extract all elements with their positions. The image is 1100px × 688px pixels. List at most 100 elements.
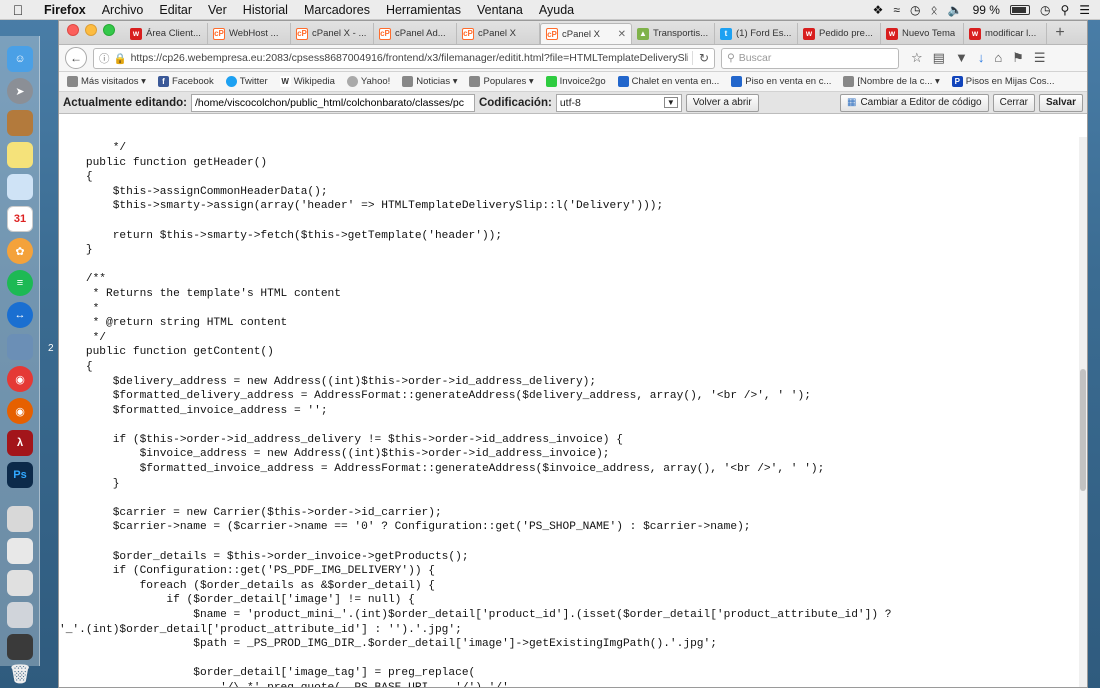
home-icon[interactable]: ⌂ <box>994 50 1002 66</box>
screen-sharing-icon[interactable] <box>7 334 33 360</box>
reading-list-icon[interactable]: ▤ <box>933 50 945 66</box>
file-path-field[interactable] <box>190 93 475 112</box>
tab-webhost[interactable]: cP WebHost ... <box>208 23 291 44</box>
reload-icon[interactable]: ↻ <box>691 51 709 65</box>
url-text[interactable]: https://cp26.webempresa.eu:2083/cpsess86… <box>131 52 688 64</box>
code-line[interactable] <box>59 652 1081 667</box>
code-line[interactable]: } <box>59 243 1081 258</box>
battery-percent[interactable]: 99 % <box>973 3 1000 17</box>
photos-icon[interactable]: ✿ <box>7 238 33 264</box>
tab-nuevo-tema[interactable]: w Nuevo Tema <box>881 23 964 44</box>
bookmark-populares[interactable]: Populares ▾ <box>469 76 534 87</box>
tab-cpanel-x-2[interactable]: cP cPanel X <box>457 23 540 44</box>
code-line[interactable]: */ <box>59 141 1081 156</box>
screen-stack-icon[interactable] <box>7 634 33 660</box>
lock-icon[interactable]: 🔒 <box>114 52 127 65</box>
extension-icon[interactable]: ⚑ <box>1012 50 1024 66</box>
code-line[interactable]: * <box>59 302 1081 317</box>
code-line[interactable]: { <box>59 360 1081 375</box>
tab-ford[interactable]: t (1) Ford Es... <box>715 23 798 44</box>
code-line[interactable]: $carrier->name = ($carrier->name == '0' … <box>59 520 1081 535</box>
spotify-icon[interactable]: ≡ <box>7 270 33 296</box>
teamviewer-icon[interactable]: ↔ <box>7 302 33 328</box>
tab-pedido[interactable]: w Pedido pre... <box>798 23 881 44</box>
code-editor[interactable]: */ public function getHeader() { $this->… <box>59 137 1081 687</box>
search-icon[interactable]: ⚲ <box>1060 3 1069 17</box>
tab-cpanel-ad[interactable]: cP cPanel Ad... <box>374 23 457 44</box>
close-tab-icon[interactable]: ✕ <box>618 29 626 40</box>
code-line[interactable]: $name = 'product_mini_'.(int)$order_deta… <box>59 608 1081 623</box>
contacts-icon[interactable] <box>7 110 33 136</box>
firefox-icon[interactable]: ◉ <box>7 398 33 424</box>
code-line[interactable]: $formatted_delivery_address = AddressFor… <box>59 389 1081 404</box>
document-stack-icon[interactable] <box>7 538 33 564</box>
code-line[interactable]: $this->assignCommonHeaderData(); <box>59 185 1081 200</box>
code-line[interactable]: * @return string HTML content <box>59 316 1081 331</box>
tab-cpanel-x-active[interactable]: cP cPanel X ✕ <box>540 23 632 44</box>
code-line[interactable] <box>59 491 1081 506</box>
code-line[interactable]: $path = _PS_PROD_IMG_DIR_.$order_detail[… <box>59 637 1081 652</box>
tab-modificar[interactable]: w modificar l... <box>964 23 1047 44</box>
code-line[interactable]: if (Configuration::get('PS_PDF_IMG_DELIV… <box>59 564 1081 579</box>
code-line[interactable] <box>59 258 1081 273</box>
code-line[interactable]: return $this->smarty->fetch($this->getTe… <box>59 229 1081 244</box>
downloads-stack-icon[interactable] <box>7 602 33 628</box>
code-line[interactable]: '/\.*'.preg_quote(__PS_BASE_URI__, '/').… <box>59 681 1081 687</box>
code-line[interactable]: public function getContent() <box>59 345 1081 360</box>
keyboard-icon[interactable] <box>7 570 33 596</box>
calendar-icon[interactable]: 31 <box>7 206 33 232</box>
code-line[interactable]: '_'.(int)$order_detail['product_attribut… <box>59 623 1081 638</box>
code-line[interactable]: * Returns the template's HTML content <box>59 287 1081 302</box>
menu-app-firefox[interactable]: Firefox <box>36 3 94 17</box>
clock-icon[interactable]: ◷ <box>1040 3 1050 17</box>
menu-editar[interactable]: Editar <box>151 3 200 17</box>
code-line[interactable]: $delivery_address = new Address((int)$th… <box>59 375 1081 390</box>
bookmark-chalet[interactable]: Chalet en venta en... <box>617 76 719 87</box>
code-line[interactable]: $order_detail['image_tag'] = preg_replac… <box>59 666 1081 681</box>
menu-historial[interactable]: Historial <box>235 3 296 17</box>
code-line[interactable]: foreach ($order_details as &$order_detai… <box>59 579 1081 594</box>
code-line[interactable]: $order_details = $this->order_invoice->g… <box>59 550 1081 565</box>
code-line[interactable]: $carrier = new Carrier($this->order->id_… <box>59 506 1081 521</box>
vertical-scrollbar[interactable] <box>1079 137 1087 687</box>
code-line[interactable]: public function getHeader() <box>59 156 1081 171</box>
menu-ver[interactable]: Ver <box>200 3 235 17</box>
switch-editor-button[interactable]: ▦ Cambiar a Editor de código <box>839 93 989 112</box>
tab-transportis[interactable]: ▲ Transportis... <box>632 23 715 44</box>
bookmark-invoice2go[interactable]: Invoice2go <box>545 76 606 87</box>
back-button[interactable]: ← <box>65 47 87 69</box>
menu-ayuda[interactable]: Ayuda <box>531 3 582 17</box>
tab-area-cliente[interactable]: w Área Client... <box>125 23 208 44</box>
code-line[interactable]: if ($order_detail['image'] != null) { <box>59 593 1081 608</box>
chrome-icon[interactable]: ◉ <box>7 366 33 392</box>
encoding-select[interactable]: utf-8 ▼ <box>555 93 682 112</box>
code-line[interactable] <box>59 214 1081 229</box>
save-button[interactable]: Salvar <box>1038 93 1083 112</box>
code-line[interactable]: $this->smarty->assign(array('header' => … <box>59 199 1081 214</box>
acrobat-icon[interactable]: λ <box>7 430 33 456</box>
bookmark-noticias[interactable]: Noticias ▾ <box>402 76 457 87</box>
code-line[interactable] <box>59 535 1081 550</box>
battery-icon[interactable] <box>1009 4 1030 15</box>
menu-ventana[interactable]: Ventana <box>469 3 531 17</box>
code-line[interactable]: $formatted_invoice_address = ''; <box>59 404 1081 419</box>
info-icon[interactable]: ⓘ <box>99 51 110 66</box>
code-line[interactable]: */ <box>59 331 1081 346</box>
wifi-icon[interactable]: ≈ <box>893 3 900 17</box>
volume-icon[interactable]: 🔈 <box>948 3 963 17</box>
launchpad-icon[interactable]: ➤ <box>7 78 33 104</box>
camera-icon[interactable] <box>7 506 33 532</box>
close-button[interactable]: Cerrar <box>992 93 1035 112</box>
bookmark-mas-visitados[interactable]: Más visitados ▾ <box>67 76 146 87</box>
menu-icon[interactable]: ☰ <box>1034 50 1046 66</box>
download-icon[interactable]: ↓ <box>978 50 985 66</box>
menu-marcadores[interactable]: Marcadores <box>296 3 378 17</box>
pocket-icon[interactable]: ▼ <box>955 50 968 66</box>
dropbox-icon[interactable]: ❖ <box>873 3 884 17</box>
code-line[interactable]: { <box>59 170 1081 185</box>
reopen-button[interactable]: Volver a abrir <box>685 93 759 112</box>
scrollbar-thumb[interactable] <box>1080 369 1086 491</box>
code-line[interactable]: $invoice_address = new Address((int)$thi… <box>59 447 1081 462</box>
bookmark-wikipedia[interactable]: W Wikipedia <box>279 76 335 87</box>
url-bar[interactable]: ⓘ 🔒 https://cp26.webempresa.eu:2083/cpse… <box>93 47 715 69</box>
